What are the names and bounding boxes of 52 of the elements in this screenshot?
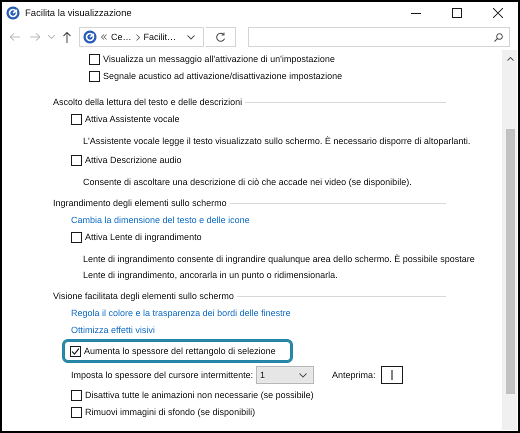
checkbox[interactable] [71,114,82,124]
description-text: Consente di ascoltare una descrizione di ciò che accade nei video (se disponibile). [83,176,413,189]
close-icon [493,8,503,18]
checkbox-label[interactable]: Visualizza un messaggio all'attivazione di un'impostazione [103,54,335,64]
description-text: Lente di ingrandimento consente di ingrandire qualunque area dello schermo. È possibile spostare Lente di ingrandimento, ancorarla in un punto o ridimensionarla. [83,253,476,282]
checkbox[interactable] [89,54,100,64]
checkbox[interactable] [71,232,82,242]
checkbox[interactable] [71,154,82,166]
back-arrow-icon [10,33,20,41]
cursor-preview [380,366,403,384]
field-label: Imposta lo spessore del cursore intermittente: [71,369,254,381]
breadcrumb[interactable]: Facilit… [144,32,176,42]
maximize-icon [452,8,462,18]
up-arrow-icon [63,32,71,42]
refresh-button[interactable] [206,27,236,47]
section-heading: Ascolto della lettura del testo e delle descrizioni [53,96,242,108]
window-title: Facilita la visualizzazione [25,8,132,18]
forward-arrow-icon [30,33,40,41]
breadcrumb[interactable]: Ce… [111,32,132,42]
control-panel-icon [83,30,97,44]
dropdown-caret-icon[interactable] [187,34,195,40]
scrollbar-thumb[interactable] [506,129,514,394]
scroll-up-icon[interactable] [506,57,514,61]
description-text: L'Assistente vocale legge il testo visualizzato sullo schermo. È necessario disporre di altoparlanti. [83,135,472,148]
section-heading: Ingrandimento degli elementi sullo schermo [53,197,227,209]
checkbox[interactable] [71,390,82,400]
overflow-chevron-icon [101,34,107,40]
address-bar[interactable]: Ce… Facilit… [79,27,204,47]
refresh-icon [215,32,226,42]
search-icon [494,32,503,42]
search-field[interactable] [248,27,510,47]
chevron-icon [136,34,140,40]
checkbox-label[interactable]: Disattiva tutte le animazioni non necessarie (se possibile) [85,389,314,401]
checkbox[interactable] [70,346,81,356]
checkbox-label[interactable]: Aumenta lo spessore del rettangolo di selezione [84,345,276,357]
checkbox[interactable] [89,70,100,82]
thickness-dropdown[interactable]: 1 [256,366,314,384]
link[interactable]: Ottimizza effetti visivi [71,324,155,336]
caret-icon [48,35,55,39]
checkbox-label[interactable]: Attiva Descrizione audio [85,154,182,166]
caret-icon [299,372,307,378]
checkbox-label[interactable]: Rimuovi immagini di sfondo (se disponibili) [85,406,256,418]
section-heading: Visione facilitata degli elementi sullo schermo [53,290,234,302]
preview-label: Anteprima: [332,369,376,381]
app-icon [6,6,20,20]
link[interactable]: Cambia la dimensione del testo e delle icone [71,214,250,226]
scrollbar[interactable] [502,50,518,431]
link[interactable]: Regola il colore e la trasparenza dei bordi delle finestre [71,307,291,319]
checkbox-label[interactable]: Attiva Assistente vocale [85,113,180,125]
checkbox[interactable] [71,406,82,418]
checkbox-label[interactable]: Segnale acustico ad attivazione/disattivazione impostazione [103,71,342,81]
checkbox-label[interactable]: Attiva Lente di ingrandimento [85,231,202,243]
